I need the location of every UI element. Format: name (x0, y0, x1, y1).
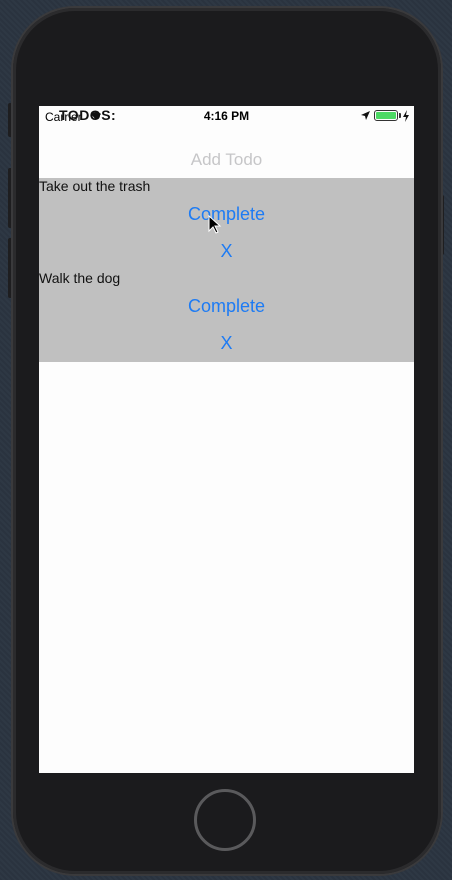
location-icon (361, 111, 370, 120)
simulator-background: Carrier TODOS: 4:16 PM Add Todo Take out… (0, 0, 452, 880)
complete-button[interactable]: Complete (39, 294, 414, 318)
app-screen: Carrier TODOS: 4:16 PM Add Todo Take out… (39, 106, 414, 773)
complete-button[interactable]: Complete (39, 202, 414, 226)
todo-item: Take out the trash Complete X (39, 178, 414, 270)
battery-icon (374, 110, 398, 121)
add-todo-button[interactable]: Add Todo (39, 146, 414, 174)
status-bar: Carrier TODOS: 4:16 PM (39, 106, 414, 126)
status-time: 4:16 PM (203, 109, 250, 123)
home-button[interactable] (194, 789, 256, 851)
battery-cap (399, 113, 401, 118)
delete-button[interactable]: X (39, 239, 414, 263)
todo-item: Walk the dog Complete X (39, 270, 414, 362)
charge-icon (403, 110, 409, 122)
todo-list: Take out the trash Complete X Walk the d… (39, 178, 414, 362)
battery-fill (376, 112, 396, 119)
todo-text: Walk the dog (39, 270, 121, 286)
delete-button[interactable]: X (39, 331, 414, 355)
todo-text: Take out the trash (39, 178, 151, 194)
